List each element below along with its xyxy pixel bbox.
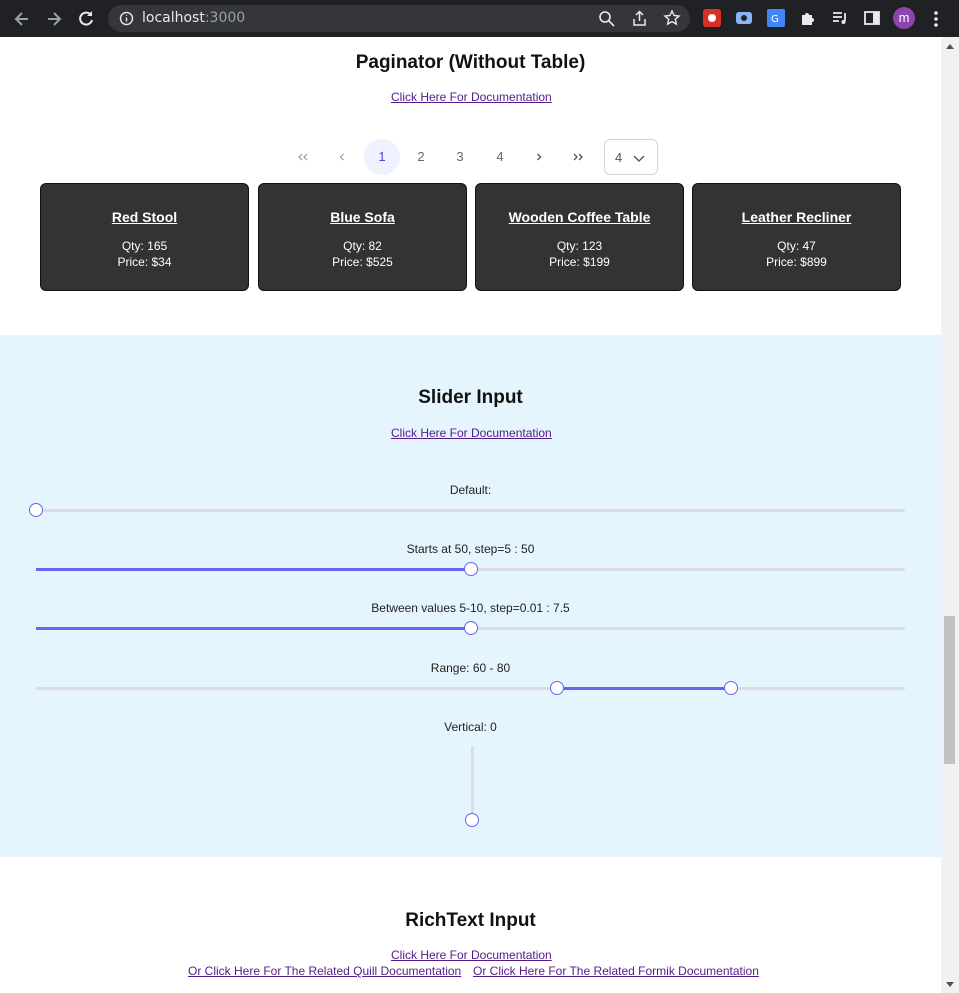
browser-toolbar: localhost:3000 G m xyxy=(0,0,959,37)
richtext-title: RichText Input xyxy=(405,910,536,931)
extension-red-icon[interactable] xyxy=(703,9,721,27)
slider-doc-link[interactable]: Click Here For Documentation xyxy=(391,426,552,440)
chevron-down-icon xyxy=(633,155,645,162)
vertical-slider-label: Vertical: 0 xyxy=(444,720,497,734)
page-button-4[interactable]: 4 xyxy=(482,139,518,175)
formik-doc-link[interactable]: Or Click Here For The Related Formik Doc… xyxy=(473,964,759,978)
page-button-1[interactable]: 1 xyxy=(364,139,400,175)
side-panel-icon[interactable] xyxy=(863,9,881,27)
product-card: Red Stool Qty: 165 Price: $34 xyxy=(40,183,249,291)
product-name[interactable]: Leather Recliner xyxy=(693,209,900,225)
richtext-doc-link[interactable]: Click Here For Documentation xyxy=(391,948,552,962)
last-page-button[interactable] xyxy=(560,139,596,175)
double-chevron-right-icon xyxy=(573,153,583,161)
profile-avatar[interactable]: m xyxy=(893,7,915,29)
rows-per-page-dropdown[interactable]: 4 xyxy=(604,139,658,175)
extension-screenshot-icon[interactable] xyxy=(735,9,753,27)
step-slider-label: Starts at 50, step=5 : 50 xyxy=(406,542,535,556)
product-price: Price: $199 xyxy=(549,255,610,269)
default-slider-label: Default: xyxy=(449,483,492,497)
menu-kebab-icon[interactable] xyxy=(929,9,943,29)
product-name[interactable]: Blue Sofa xyxy=(259,209,466,225)
range-slider-track[interactable] xyxy=(36,687,905,690)
scrollbar-thumb[interactable] xyxy=(944,616,955,764)
back-arrow-icon[interactable] xyxy=(12,9,32,29)
range-slider-label: Range: 60 - 80 xyxy=(430,661,511,675)
product-price: Price: $525 xyxy=(332,255,393,269)
scroll-up-icon[interactable] xyxy=(945,42,955,50)
paginator-title: Paginator (Without Table) xyxy=(355,52,586,73)
product-name[interactable]: Red Stool xyxy=(41,209,248,225)
range-slider-fill xyxy=(557,687,732,690)
page-content: Paginator (Without Table) Click Here For… xyxy=(0,37,941,993)
next-page-button[interactable] xyxy=(521,139,557,175)
first-page-button[interactable] xyxy=(285,139,321,175)
page-button-3[interactable]: 3 xyxy=(442,139,478,175)
bookmark-star-icon[interactable] xyxy=(663,9,681,27)
extensions-puzzle-icon[interactable] xyxy=(799,9,817,27)
page-scrollbar[interactable] xyxy=(941,37,959,993)
product-qty: Qty: 165 xyxy=(121,239,168,253)
product-card: Wooden Coffee Table Qty: 123 Price: $199 xyxy=(475,183,684,291)
forward-arrow-icon[interactable] xyxy=(44,9,64,29)
product-qty: Qty: 47 xyxy=(777,239,816,253)
url-port: :3000 xyxy=(204,10,246,26)
url-host: localhost xyxy=(142,10,205,26)
range-slider-low-thumb[interactable] xyxy=(550,681,565,695)
zoom-icon[interactable] xyxy=(598,10,615,27)
media-queue-icon[interactable] xyxy=(831,9,849,27)
prev-page-button[interactable] xyxy=(324,139,360,175)
product-qty: Qty: 82 xyxy=(343,239,382,253)
address-bar[interactable]: localhost:3000 xyxy=(108,5,690,32)
site-info-icon[interactable] xyxy=(119,11,134,26)
product-price: Price: $34 xyxy=(117,255,172,269)
scroll-down-icon[interactable] xyxy=(945,981,955,989)
step-slider-fill xyxy=(36,568,471,571)
between-slider-fill xyxy=(36,627,471,630)
svg-text:G: G xyxy=(771,14,779,25)
translate-icon[interactable]: G xyxy=(767,9,785,27)
slider-title: Slider Input xyxy=(418,387,523,408)
reload-icon[interactable] xyxy=(76,9,96,29)
between-slider-label: Between values 5-10, step=0.01 : 7.5 xyxy=(371,601,570,615)
between-slider-thumb[interactable] xyxy=(463,621,478,635)
paginator-doc-link[interactable]: Click Here For Documentation xyxy=(391,90,552,104)
page-button-2[interactable]: 2 xyxy=(403,139,439,175)
product-card: Blue Sofa Qty: 82 Price: $525 xyxy=(258,183,467,291)
slider-section: Slider Input Click Here For Documentatio… xyxy=(0,335,941,857)
rows-per-page-value: 4 xyxy=(615,150,623,165)
quill-doc-link[interactable]: Or Click Here For The Related Quill Docu… xyxy=(188,964,461,978)
range-slider-high-thumb[interactable] xyxy=(724,681,739,695)
product-card: Leather Recliner Qty: 47 Price: $899 xyxy=(692,183,901,291)
step-slider-thumb[interactable] xyxy=(463,562,478,576)
share-icon[interactable] xyxy=(631,10,648,27)
chevron-left-icon xyxy=(339,153,344,161)
chevron-right-icon xyxy=(537,153,542,161)
double-chevron-left-icon xyxy=(298,153,308,161)
product-price: Price: $899 xyxy=(766,255,827,269)
product-qty: Qty: 123 xyxy=(556,239,603,253)
vertical-slider-track[interactable] xyxy=(471,746,474,820)
vertical-slider-thumb[interactable] xyxy=(465,813,479,827)
product-name[interactable]: Wooden Coffee Table xyxy=(476,209,683,225)
default-slider-thumb[interactable] xyxy=(29,503,43,517)
url-text: localhost:3000 xyxy=(142,10,245,26)
default-slider-track[interactable] xyxy=(36,509,905,512)
